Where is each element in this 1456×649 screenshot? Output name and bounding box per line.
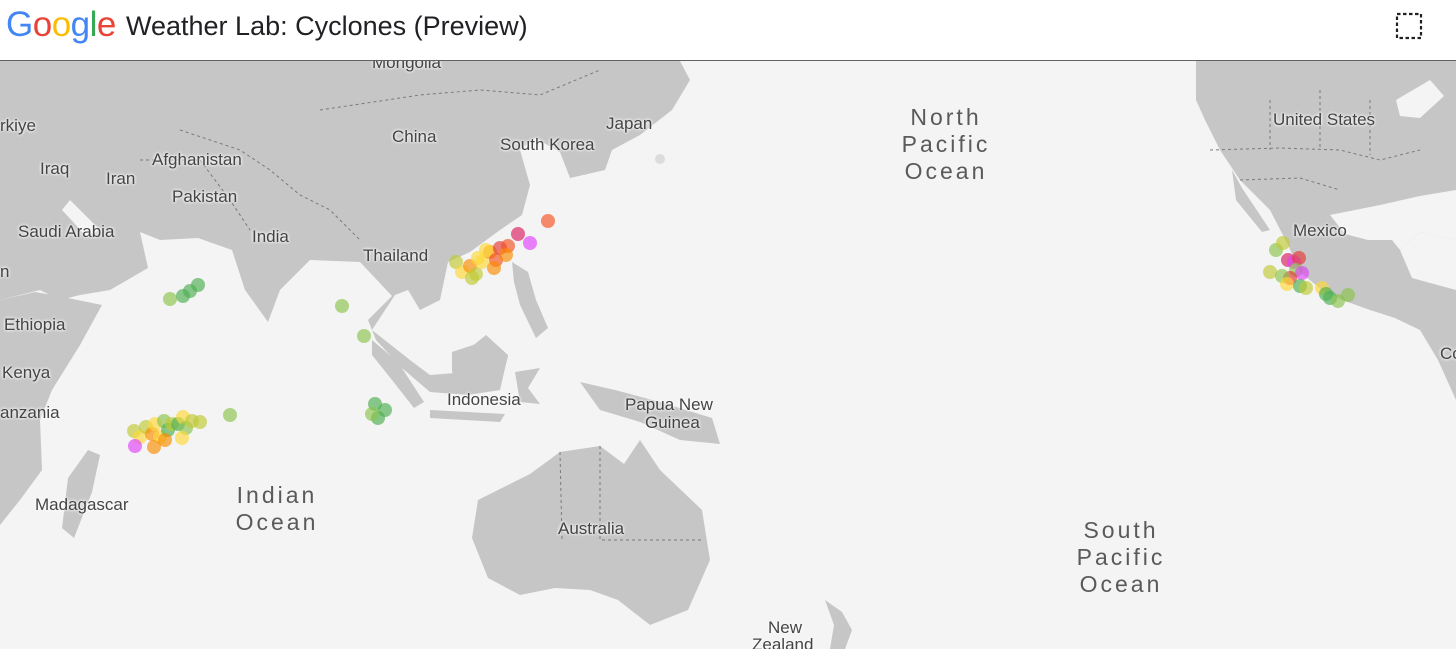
small-island — [655, 154, 665, 164]
label-south-korea: South Korea — [500, 135, 595, 154]
label-kenya: Kenya — [2, 363, 51, 382]
cyclone-marker[interactable] — [1341, 288, 1355, 302]
cyclone-marker[interactable] — [1299, 281, 1313, 295]
cyclone-marker[interactable] — [523, 236, 537, 250]
label-iraq: Iraq — [40, 159, 70, 178]
cyclone-marker[interactable] — [1263, 265, 1277, 279]
cyclone-marker[interactable] — [378, 403, 392, 417]
label-papua-new-guinea: Papua New — [625, 395, 713, 414]
ocean-label-line: South — [1083, 517, 1159, 543]
label-papua-new-guinea-2: Guinea — [645, 413, 700, 432]
label-madagascar: Madagascar — [35, 495, 129, 514]
ocean-label-line: Ocean — [1079, 571, 1163, 597]
landmass-philippines — [512, 262, 548, 338]
logo-letter: G — [6, 5, 33, 44]
cyclone-marker[interactable] — [487, 261, 501, 275]
cyclone-marker[interactable] — [1276, 236, 1290, 250]
landmass-madagascar — [62, 450, 100, 538]
label-indian-ocean: Indian Ocean — [218, 482, 336, 536]
label-india: India — [252, 227, 289, 246]
ocean-label-line: Indian — [236, 482, 318, 508]
logo-letter: o — [51, 5, 71, 44]
cyclone-marker[interactable] — [541, 214, 555, 228]
cyclone-marker[interactable] — [365, 407, 379, 421]
label-japan: Japan — [606, 114, 653, 133]
label-china: China — [392, 127, 437, 146]
google-logo: Google — [6, 5, 116, 45]
ocean-label-line: Pacific — [901, 131, 991, 157]
label-afghanistan: Afghanistan — [152, 150, 242, 169]
label-thailand: Thailand — [363, 246, 429, 265]
cyclone-marker[interactable] — [1295, 266, 1309, 280]
logo-letter: e — [96, 5, 116, 44]
logo-letter: l — [89, 5, 98, 44]
map-canvas[interactable]: Mongolia rkiye Iraq Iran Afghanistan Pak… — [0, 61, 1456, 649]
selection-tool-button[interactable] — [1393, 10, 1425, 42]
ocean-label-line: North — [910, 104, 982, 130]
label-mongolia: Mongolia — [372, 61, 441, 72]
ocean-label-line: Pacific — [1076, 544, 1166, 570]
label-pakistan: Pakistan — [172, 187, 238, 206]
label-ethiopia: Ethiopia — [4, 315, 66, 334]
label-australia: Australia — [558, 519, 625, 538]
label-united-states: United States — [1273, 110, 1376, 129]
label-turkiye: rkiye — [0, 116, 36, 135]
dashed-square-icon — [1395, 12, 1423, 40]
label-saudi-arabia: Saudi Arabia — [18, 222, 115, 241]
label-north-pacific-ocean: North Pacific Ocean — [885, 104, 1007, 185]
cyclone-marker[interactable] — [147, 440, 161, 454]
label-iran: Iran — [106, 169, 136, 188]
cyclone-marker[interactable] — [357, 329, 371, 343]
logo-letter: g — [70, 5, 90, 44]
landmass-new-zealand — [825, 600, 852, 649]
cyclone-marker[interactable] — [128, 439, 142, 453]
cyclone-marker[interactable] — [335, 299, 349, 313]
label-indonesia: Indonesia — [447, 390, 521, 409]
cyclone-marker[interactable] — [1292, 251, 1306, 265]
landmass-java — [430, 410, 505, 422]
label-south-pacific-ocean: South Pacific Ocean — [1060, 517, 1182, 598]
cyclone-marker[interactable] — [193, 415, 207, 429]
ocean-label-line: Ocean — [235, 509, 319, 535]
cyclone-marker[interactable] — [465, 271, 479, 285]
ocean-label-line: Ocean — [904, 158, 988, 184]
label-new-zealand-2: Zealand — [752, 635, 814, 649]
cyclone-marker[interactable] — [1280, 277, 1294, 291]
cyclone-marker[interactable] — [223, 408, 237, 422]
label-tanzania: anzania — [0, 403, 60, 422]
cyclone-marker[interactable] — [175, 431, 189, 445]
cyclone-marker[interactable] — [191, 278, 205, 292]
cyclone-marker[interactable] — [499, 248, 513, 262]
app-header: Google Weather Lab: Cyclones (Preview) — [0, 0, 1456, 61]
logo-letter: o — [32, 5, 52, 44]
cyclone-marker[interactable] — [163, 292, 177, 306]
label-co: Co — [1440, 344, 1456, 363]
label-mexico: Mexico — [1293, 221, 1347, 240]
cyclone-marker[interactable] — [511, 227, 525, 241]
cyclone-marker[interactable] — [471, 251, 485, 265]
page-title: Weather Lab: Cyclones (Preview) — [126, 11, 528, 41]
label-n: n — [0, 262, 10, 281]
